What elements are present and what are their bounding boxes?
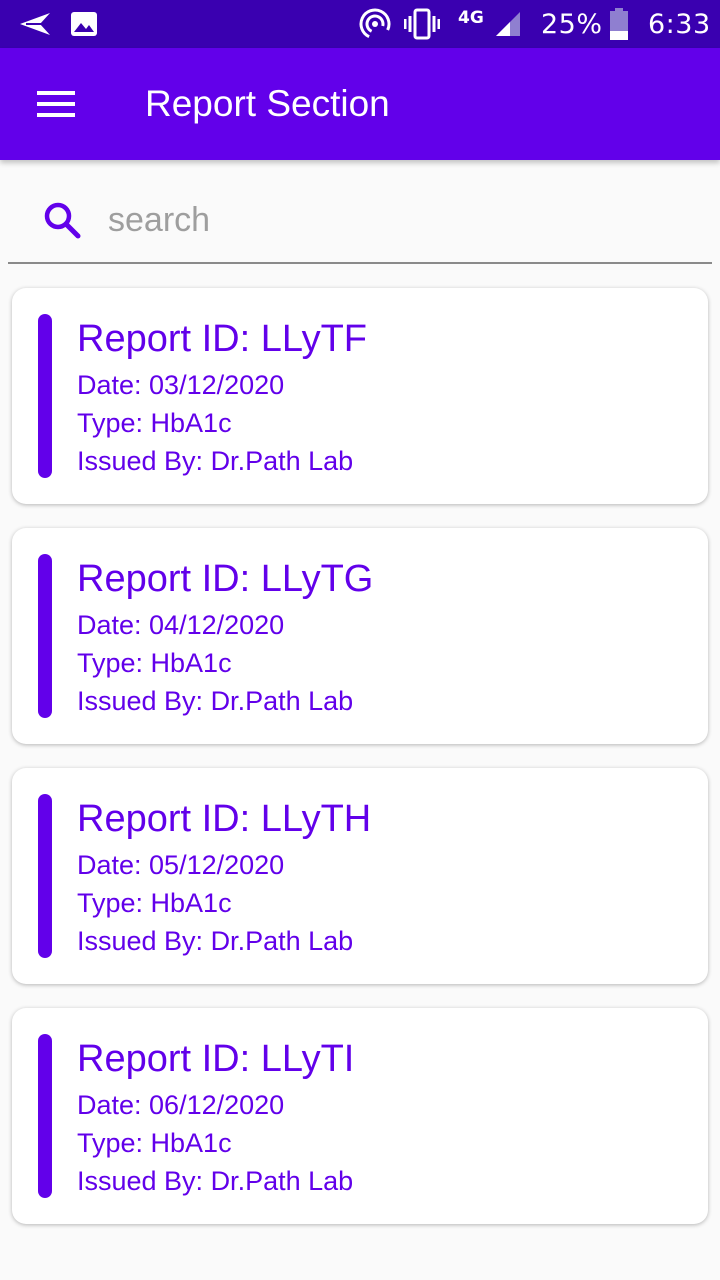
report-issuer: Issued By: Dr.Path Lab	[77, 1166, 354, 1196]
status-bar: 4G 25% 6:33	[0, 0, 720, 48]
report-type: Type: HbA1c	[77, 888, 232, 918]
clock: 6:33	[648, 8, 711, 40]
vibrate-icon	[404, 0, 440, 48]
report-issuer: Issued By: Dr.Path Lab	[77, 686, 354, 716]
card-accent-bar	[38, 314, 52, 478]
report-type: Type: HbA1c	[77, 408, 232, 438]
search-input[interactable]	[108, 194, 688, 246]
search-bar	[8, 180, 712, 264]
hamburger-menu-icon	[37, 91, 75, 117]
report-id: Report ID: LLyTH	[77, 798, 372, 840]
report-card[interactable]: Report ID: LLyTG Date: 04/12/2020 Type: …	[12, 528, 708, 744]
menu-button[interactable]	[28, 84, 84, 124]
report-type: Type: HbA1c	[77, 648, 232, 678]
report-list: Report ID: LLyTF Date: 03/12/2020 Type: …	[12, 288, 708, 1248]
report-type: Type: HbA1c	[77, 1128, 232, 1158]
send-icon	[18, 0, 52, 48]
battery-icon	[608, 0, 630, 48]
report-id: Report ID: LLyTF	[77, 318, 368, 360]
report-date: Date: 05/12/2020	[77, 850, 285, 880]
report-id: Report ID: LLyTG	[77, 558, 374, 600]
card-accent-bar	[38, 794, 52, 958]
report-issuer: Issued By: Dr.Path Lab	[77, 446, 354, 476]
report-card[interactable]: Report ID: LLyTF Date: 03/12/2020 Type: …	[12, 288, 708, 504]
hotspot-icon	[358, 0, 392, 48]
card-accent-bar	[38, 554, 52, 718]
page-title: Report Section	[145, 83, 390, 124]
report-date: Date: 03/12/2020	[77, 370, 285, 400]
image-icon	[70, 0, 98, 48]
report-id: Report ID: LLyTI	[77, 1038, 355, 1080]
card-accent-bar	[38, 1034, 52, 1198]
network-type-label: 4G	[458, 8, 484, 28]
report-card[interactable]: Report ID: LLyTH Date: 05/12/2020 Type: …	[12, 768, 708, 984]
app-bar: Report Section	[0, 48, 720, 160]
report-date: Date: 06/12/2020	[77, 1090, 285, 1120]
battery-percent-label: 25%	[541, 8, 603, 40]
report-issuer: Issued By: Dr.Path Lab	[77, 926, 354, 956]
signal-icon	[494, 0, 522, 48]
report-date: Date: 04/12/2020	[77, 610, 285, 640]
search-icon[interactable]	[42, 200, 82, 240]
report-card[interactable]: Report ID: LLyTI Date: 06/12/2020 Type: …	[12, 1008, 708, 1224]
